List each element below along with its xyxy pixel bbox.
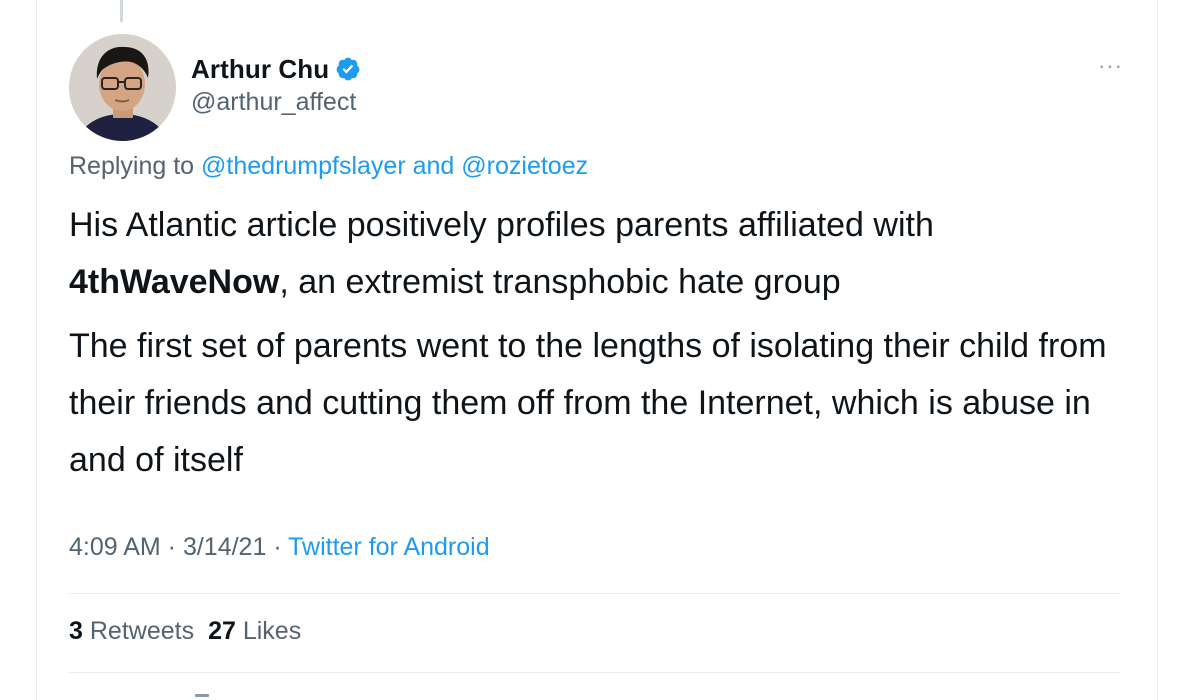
retweets-label: Retweets: [89, 617, 195, 645]
retweets-stat[interactable]: 3 Retweets: [69, 617, 194, 645]
verified-badge-icon: [335, 56, 361, 82]
reply-mention-link[interactable]: @thedrumpfslayer: [201, 152, 406, 180]
meta-separator: ·: [160, 533, 183, 561]
tweet-body: His Atlantic article positively profiles…: [69, 197, 1139, 489]
tweet-text-segment: , an extremist transphobic hate group: [279, 263, 841, 301]
divider: [69, 593, 1121, 594]
more-options-icon[interactable]: ···: [1098, 55, 1123, 77]
thread-connector-line: [120, 0, 123, 22]
meta-separator: ·: [266, 533, 289, 561]
author-handle[interactable]: @arthur_affect: [191, 88, 356, 117]
likes-stat[interactable]: 27 Likes: [208, 617, 301, 645]
likes-label: Likes: [242, 617, 302, 645]
retweets-count: 3: [69, 617, 83, 645]
tweet-paragraph: The first set of parents went to the len…: [69, 327, 1107, 479]
likes-count: 27: [208, 617, 236, 645]
tweet-stats: 3 Retweets 27 Likes: [69, 617, 301, 646]
tweet-metadata: 4:09 AM · 3/14/21 · Twitter for Android: [69, 533, 490, 562]
tweet-bold-segment: 4thWaveNow: [69, 263, 280, 301]
tweet-text-segment: His Atlantic article positively profiles…: [69, 206, 934, 244]
reply-context-joiner: and: [405, 152, 462, 180]
reply-context: Replying to @thedrumpfslayer and @roziet…: [69, 152, 588, 181]
avatar[interactable]: [69, 34, 176, 141]
tweet-time[interactable]: 4:09 AM: [69, 533, 161, 561]
author-name-row[interactable]: Arthur Chu: [191, 52, 361, 86]
divider: [69, 672, 1121, 673]
reply-mention-link[interactable]: @rozietoez: [461, 152, 588, 180]
avatar-photo: [69, 34, 176, 141]
reply-icon[interactable]: [195, 694, 209, 697]
tweet-source-link[interactable]: Twitter for Android: [288, 533, 489, 561]
tweet-date[interactable]: 3/14/21: [183, 533, 266, 561]
author-display-name[interactable]: Arthur Chu: [191, 54, 329, 85]
reply-context-prefix: Replying to: [69, 152, 202, 180]
tweet-paragraph: His Atlantic article positively profiles…: [69, 197, 1139, 311]
